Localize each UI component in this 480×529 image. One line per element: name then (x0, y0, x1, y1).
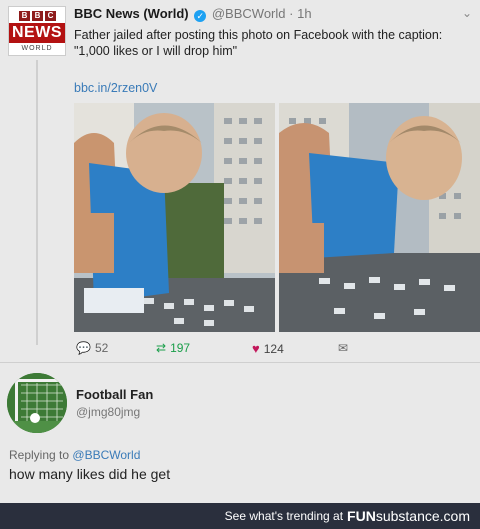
bbc-world-label: WORLD (21, 45, 53, 52)
tweet-actions: 💬 52 ⇄ 197 ♥ 124 ✉ (76, 341, 376, 357)
bbc-block-b2: B (32, 11, 43, 21)
tweet-card[interactable]: B B C NEWS WORLD BBC News (World) ✓ @BBC… (0, 0, 480, 357)
mail-icon: ✉ (338, 341, 349, 355)
reply-account-name[interactable]: Football Fan (76, 387, 153, 402)
funsubstance-logo: FUNsubstance.com (347, 508, 470, 524)
reply-count: 52 (94, 341, 109, 355)
bbc-news-band: NEWS (9, 23, 65, 43)
football-fan-avatar[interactable] (7, 373, 67, 433)
tweet-text-line-2: "1,000 likes or I will drop him" (74, 44, 238, 58)
like-count: 124 (263, 341, 284, 356)
retweet-action[interactable]: ⇄ 197 (156, 341, 190, 355)
reply-icon: 💬 (76, 341, 91, 355)
photo-right[interactable] (279, 103, 480, 332)
brand-tld: .com (439, 508, 470, 524)
account-name[interactable]: BBC News (World) (74, 6, 189, 21)
tweet-text: Father jailed after posting this photo o… (74, 27, 470, 59)
reply-account-handle[interactable]: @jmg80jmg (76, 405, 140, 419)
retweet-count: 197 (170, 341, 191, 355)
tweet-header: BBC News (World) ✓ @BBCWorld · 1h (74, 6, 312, 22)
thread-line (36, 60, 38, 345)
tweet-time[interactable]: 1h (297, 6, 311, 21)
bbc-logo-blocks: B B C (19, 11, 56, 21)
verified-badge-icon: ✓ (194, 10, 207, 22)
account-handle[interactable]: @BBCWorld (212, 6, 286, 21)
direct-message-action[interactable]: ✉ (338, 341, 348, 355)
bbc-news-avatar[interactable]: B B C NEWS WORLD (8, 6, 66, 56)
brand-rest: substance (375, 508, 440, 524)
tweet-text-line-1: Father jailed after posting this photo o… (74, 28, 443, 42)
replying-to-handle[interactable]: @BBCWorld (72, 448, 140, 462)
like-action[interactable]: ♥ 124 (252, 341, 284, 356)
goal-net-image (7, 373, 67, 433)
bbc-block-c: C (45, 11, 56, 21)
replying-to: Replying to @BBCWorld (9, 448, 140, 462)
separator-dot: · (289, 6, 294, 21)
footer-prefix: See what's trending at (224, 509, 344, 523)
reply-action[interactable]: 💬 52 (76, 341, 108, 355)
photo-right-image (279, 103, 480, 332)
watermark-footer: See what's trending at FUNsubstance.com (0, 503, 480, 529)
divider (0, 362, 480, 363)
tweet-photos[interactable] (74, 103, 480, 332)
bbc-block-b1: B (19, 11, 30, 21)
chevron-down-icon[interactable]: ⌄ (462, 6, 472, 20)
photo-left[interactable] (74, 103, 275, 332)
photo-left-image (74, 103, 275, 332)
retweet-icon: ⇄ (156, 341, 167, 355)
reply-text: how many likes did he get (9, 466, 171, 482)
tweet-link[interactable]: bbc.in/2rzen0V (74, 81, 157, 95)
heart-icon: ♥ (252, 341, 260, 356)
brand-bold: FUN (347, 508, 376, 524)
replying-to-prefix: Replying to (9, 448, 70, 462)
